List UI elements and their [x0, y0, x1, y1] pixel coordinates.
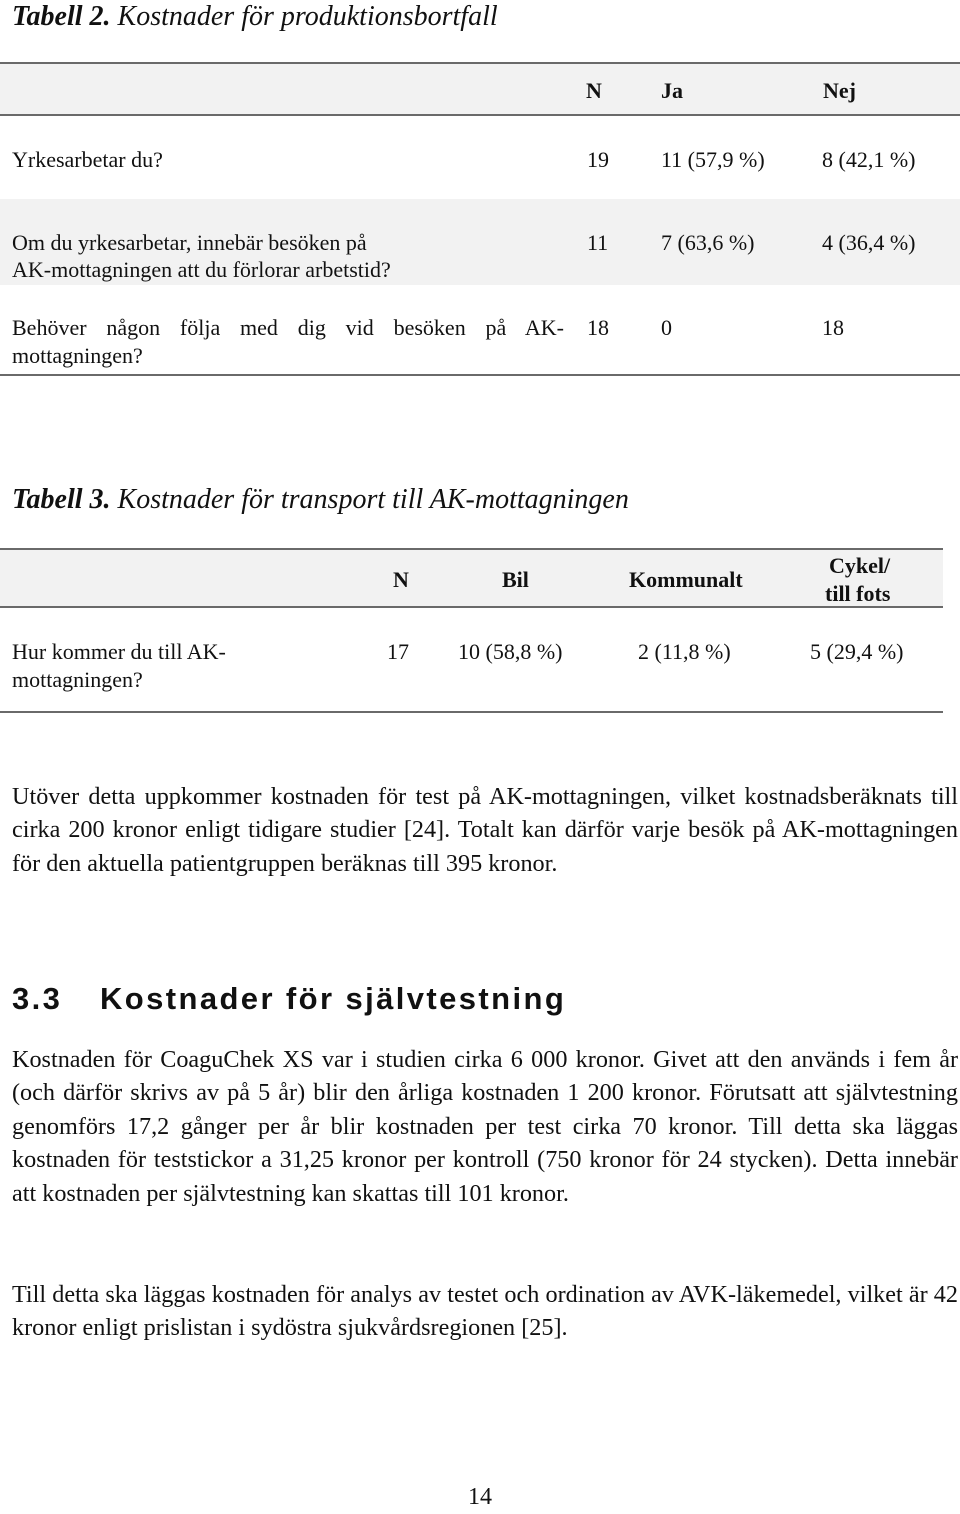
table3-header-band	[0, 549, 943, 607]
table3-header-kommunalt: Kommunalt	[629, 567, 743, 592]
table3-header-n: N	[393, 567, 409, 592]
table3-bottom-rule	[0, 711, 943, 713]
page-number: 14	[468, 1484, 492, 1510]
table3-caption-label: Tabell 3.	[12, 484, 111, 515]
table2-caption: Tabell 2. Kostnader för produktionsbortf…	[12, 0, 498, 34]
table3-row1-question-line1: Hur kommer du till AK-	[12, 639, 226, 664]
table2-row1-question: Yrkesarbetar du?	[12, 147, 163, 172]
table2-row3-question-line1: Behöver någon följa med dig vid besöken …	[12, 315, 564, 340]
table3-row1-question-line2: mottagningen?	[12, 667, 143, 692]
paragraph-selftest-cost: Kostnaden för CoaguChek XS var i studien…	[12, 1046, 958, 1207]
table2-row2-ja: 7 (63,6 %)	[661, 230, 755, 255]
table3-header-cykel-line1: Cykel/	[829, 553, 891, 578]
table3-header-bil: Bil	[502, 567, 529, 592]
paragraph-analysis-cost: Till detta ska läggas kostnaden för anal…	[12, 1281, 958, 1342]
table2-row2-question-line1: Om du yrkesarbetar, innebär besöken på	[12, 230, 367, 255]
table3-row1-bil: 10 (58,8 %)	[458, 639, 563, 664]
table2-row3-n: 18	[587, 315, 609, 340]
table2-row2-question-line2: AK-mottagningen att du förlorar arbetsti…	[12, 257, 391, 282]
table2-row2-nej: 4 (36,4 %)	[822, 230, 916, 255]
table2-caption-label: Tabell 2.	[12, 1, 111, 32]
table2-top-rule	[0, 62, 960, 64]
table2-row3-ja: 0	[661, 315, 672, 340]
table3-row1-cykel: 5 (29,4 %)	[810, 639, 904, 664]
table2-header-ja: Ja	[661, 78, 683, 103]
table2-header-n: N	[586, 78, 602, 103]
section-title: Kostnader för självtestning	[100, 981, 567, 1016]
table2-row1-ja: 11 (57,9 %)	[661, 147, 765, 172]
paragraph-visit-cost: Utöver detta uppkommer kostnaden för tes…	[12, 783, 958, 877]
table3-header-rule	[0, 606, 943, 608]
table2-header-band	[0, 62, 960, 114]
table3-caption: Tabell 3. Kostnader för transport till A…	[12, 483, 629, 517]
table2-row1-n: 19	[587, 147, 609, 172]
table2-bottom-rule	[0, 374, 960, 376]
table2-caption-title: Kostnader för produktionsbortfall	[117, 1, 498, 32]
table3-row1-kommunalt: 2 (11,8 %)	[638, 639, 731, 664]
table2-header-rule	[0, 114, 960, 116]
table3-header-cykel-line2: till fots	[825, 581, 891, 606]
table3-caption-title: Kostnader för transport till AK-mottagni…	[117, 484, 629, 515]
table3-row1-n: 17	[387, 639, 409, 664]
section-number: 3.3	[12, 981, 63, 1016]
table2-row1-nej: 8 (42,1 %)	[822, 147, 916, 172]
table2-header-nej: Nej	[823, 78, 856, 103]
section-heading: 3.3 Kostnader för självtestning	[12, 981, 566, 1017]
table2-row3-nej: 18	[822, 315, 844, 340]
table3-top-rule	[0, 548, 943, 550]
table2-row2-n: 11	[587, 230, 609, 255]
table2-row3-question-line2: mottagningen?	[12, 343, 143, 368]
